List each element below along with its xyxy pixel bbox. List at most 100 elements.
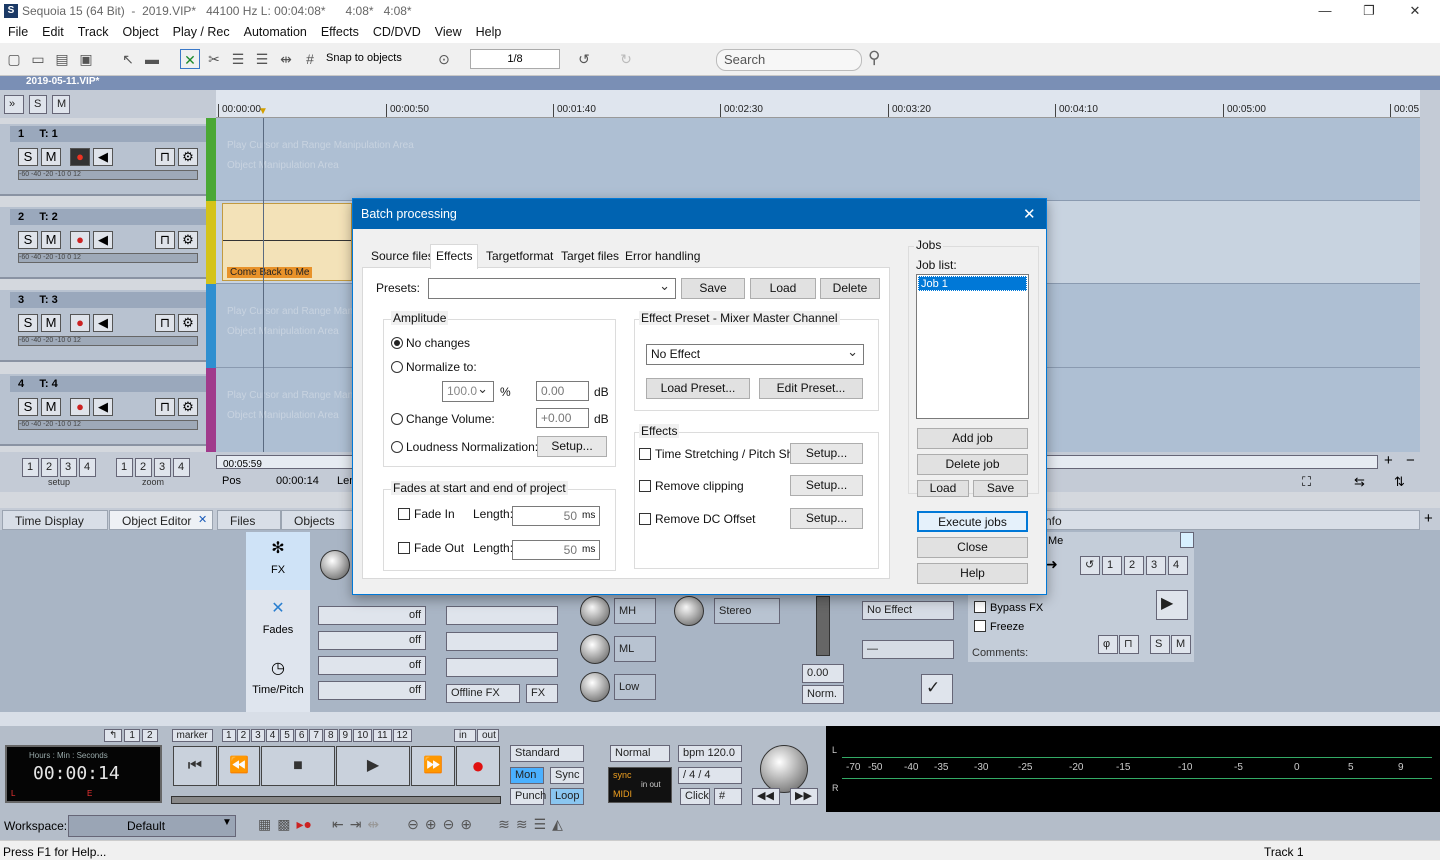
marker-button[interactable]: 12	[392, 729, 412, 742]
open-icon[interactable]: ▭	[28, 49, 48, 69]
range-icon[interactable]: ▬	[142, 49, 162, 69]
menu-view[interactable]: View	[428, 22, 469, 43]
loop-button[interactable]: Loop	[550, 788, 584, 805]
info-mute-button[interactable]: M	[1171, 635, 1191, 654]
effect-select-2[interactable]: —	[862, 640, 954, 659]
input-knob[interactable]	[320, 550, 350, 580]
mute-button[interactable]: M	[41, 398, 61, 416]
normalize-value-select[interactable]: 100.0	[442, 379, 494, 402]
solo-all-button[interactable]: S	[29, 95, 47, 114]
marker-button[interactable]: 1	[222, 729, 236, 742]
jog-wheel[interactable]	[760, 745, 808, 793]
search-input[interactable]: Search	[716, 49, 862, 71]
close-tab-icon[interactable]: ✕	[198, 513, 207, 526]
fx-slot-2[interactable]: off	[318, 631, 426, 650]
maximize-icon[interactable]: ❐	[1346, 0, 1392, 22]
redo-icon[interactable]: ↻	[616, 49, 636, 69]
marker-button[interactable]: 5	[280, 729, 294, 742]
setup-button-1[interactable]: 1	[22, 458, 39, 477]
info-preset-2[interactable]: 2	[1124, 556, 1144, 575]
marker-back-icon[interactable]: ↰	[104, 729, 123, 742]
lock-icon[interactable]: ⊓	[155, 148, 175, 166]
menu-play-rec[interactable]: Play / Rec	[166, 22, 237, 43]
time-pitch-tab[interactable]: ◷ Time/Pitch	[246, 652, 310, 710]
sync-button[interactable]: Sync	[550, 767, 584, 784]
setup-button-3[interactable]: 3	[60, 458, 77, 477]
dialog-close-icon[interactable]: ✕	[1023, 205, 1036, 223]
remove-clipping-setup-button[interactable]: Setup...	[790, 475, 863, 496]
standard-select[interactable]: Standard	[510, 745, 584, 762]
effect-select[interactable]: No Effect	[862, 601, 954, 620]
in-button[interactable]: in	[454, 729, 476, 742]
time-stretching-setup-button[interactable]: Setup...	[790, 443, 863, 464]
fade-in-checkbox[interactable]: Fade In	[398, 507, 455, 521]
tab-files[interactable]: Files	[217, 510, 281, 530]
tab-effects[interactable]: Effects	[430, 244, 479, 269]
align-left-icon[interactable]: ☰	[252, 49, 272, 69]
tab-info[interactable]: nfo	[1040, 510, 1420, 530]
execute-jobs-button[interactable]: Execute jobs	[917, 511, 1028, 532]
marker-2[interactable]: 2	[141, 729, 158, 742]
marker-edit-icon[interactable]: ⇹	[367, 816, 379, 833]
marker-label[interactable]: marker	[171, 729, 213, 742]
layout-icon[interactable]: ▦	[258, 816, 271, 833]
marker-button[interactable]: 7	[309, 729, 323, 742]
freeze-checkbox[interactable]: Freeze	[974, 620, 1024, 633]
jog-back-icon[interactable]: ◀◀	[752, 788, 780, 805]
rewind-icon[interactable]: ⏪	[218, 746, 260, 786]
record-button[interactable]: ●	[70, 314, 90, 332]
fast-forward-icon[interactable]: ⏩	[411, 746, 455, 786]
close-window-icon[interactable]: ✕	[1392, 0, 1438, 22]
stereo-knob[interactable]	[674, 596, 704, 626]
setup-button-2[interactable]: 2	[41, 458, 58, 477]
settings-icon[interactable]: ⚙	[178, 231, 198, 249]
metronome-settings-icon[interactable]: #	[714, 788, 742, 805]
zoom-button-4[interactable]: 4	[173, 458, 190, 477]
stop-icon[interactable]: ■	[261, 746, 335, 786]
apply-check-button[interactable]: ✓	[921, 674, 953, 704]
punch-button[interactable]: Punch	[510, 788, 546, 805]
time-signature-field[interactable]: / 4 / 4	[678, 767, 742, 784]
fade-out-checkbox[interactable]: Fade Out	[398, 541, 464, 555]
record-mode-icon[interactable]: ▸●	[296, 816, 311, 833]
vertical-scrollbar[interactable]	[1420, 90, 1440, 452]
play-preview-button[interactable]: ▶	[1156, 590, 1188, 620]
preset-load-button[interactable]: Load	[750, 278, 816, 299]
no-changes-radio[interactable]: No changes	[391, 336, 470, 350]
marker-button[interactable]: 8	[323, 729, 338, 742]
snap-select[interactable]: Snap to objects	[322, 49, 422, 69]
marker-button[interactable]: 10	[353, 729, 373, 742]
wave-4-icon[interactable]: ◭	[552, 816, 563, 833]
record-icon[interactable]: ●	[456, 746, 500, 786]
norm-button[interactable]: Norm.	[802, 685, 844, 704]
marker-button[interactable]: 9	[338, 729, 353, 742]
undo-icon[interactable]: ↺	[574, 49, 594, 69]
lock-icon[interactable]: ⊓	[155, 314, 175, 332]
settings-icon[interactable]: ⚙	[178, 314, 198, 332]
delete-job-button[interactable]: Delete job	[917, 454, 1028, 475]
new-icon[interactable]: ▢	[4, 49, 24, 69]
play-icon[interactable]: ▶	[336, 746, 410, 786]
fx-slot-1[interactable]: off	[318, 606, 426, 625]
go-start-icon[interactable]: ⏮	[173, 746, 217, 786]
tab-error-handling[interactable]: Error handling	[620, 247, 705, 267]
eq-mh-knob[interactable]	[580, 596, 610, 626]
out-button[interactable]: out	[477, 729, 499, 742]
job-list[interactable]: Job 1	[916, 274, 1029, 419]
marker-next-icon[interactable]: ⇥	[350, 816, 362, 833]
fx-button[interactable]: FX	[526, 684, 558, 703]
normalize-db-field[interactable]: 0.00	[536, 381, 589, 401]
tab-targetformat[interactable]: Targetformat	[481, 247, 558, 267]
wave-2-icon[interactable]: ≋	[516, 816, 528, 833]
time-stretching-checkbox[interactable]: Time Stretching / Pitch Sh.	[639, 447, 797, 461]
fx-slot-3[interactable]: off	[318, 656, 426, 675]
fx-tab[interactable]: ✻ FX	[246, 532, 310, 590]
bpm-field[interactable]: bpm 120.0	[678, 745, 742, 762]
edit-preset-button[interactable]: Edit Preset...	[759, 378, 863, 399]
wave-1-icon[interactable]: ≋	[498, 816, 510, 833]
jog-forward-icon[interactable]: ▶▶	[790, 788, 818, 805]
mute-button[interactable]: M	[41, 148, 61, 166]
speaker-icon[interactable]: ◀	[93, 231, 113, 249]
transport-scrubber[interactable]	[171, 796, 501, 804]
marker-button[interactable]: 6	[294, 729, 309, 742]
